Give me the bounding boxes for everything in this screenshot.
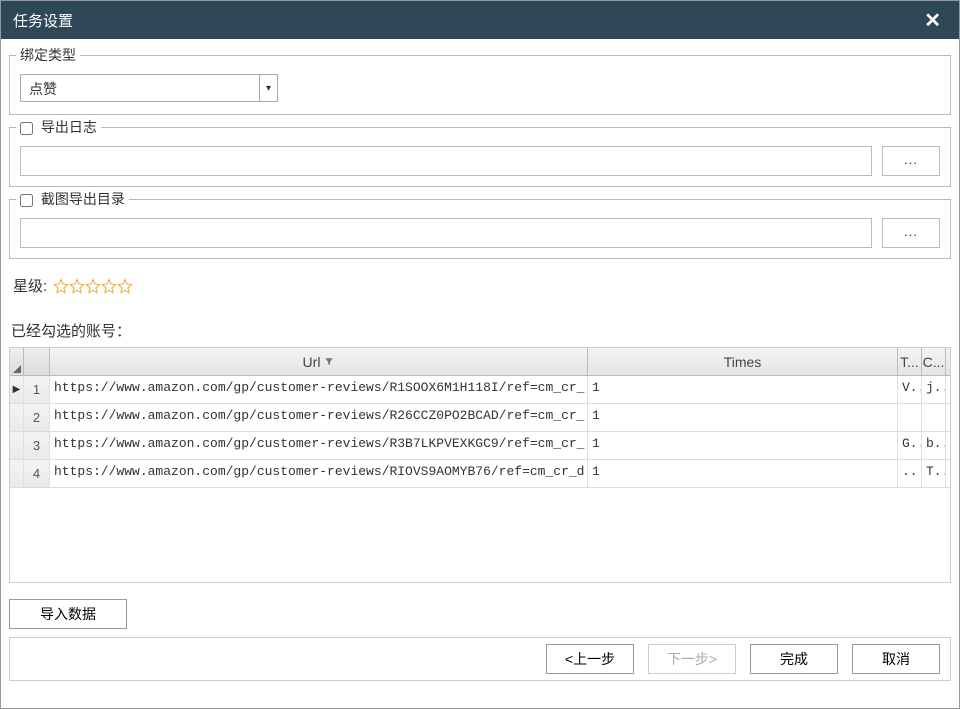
cancel-button[interactable]: 取消 (852, 644, 940, 674)
bind-type-legend: 绑定类型 (16, 45, 80, 65)
cell-c[interactable]: b.. (922, 432, 946, 459)
screenshot-dir-fieldset: 截图导出目录 ... (9, 199, 951, 259)
title-bar: 任务设置 ✕ (1, 1, 959, 39)
table-row[interactable]: 2 https://www.amazon.com/gp/customer-rev… (10, 404, 950, 432)
cell-times[interactable]: 1 (588, 432, 898, 459)
star-icon[interactable] (101, 278, 117, 294)
cell-c[interactable]: j.. (922, 376, 946, 403)
export-log-fieldset: 导出日志 ... (9, 127, 951, 187)
import-data-button[interactable]: 导入数据 (9, 599, 127, 629)
current-row-icon: ▶ (13, 384, 21, 395)
row-number: 2 (24, 404, 50, 431)
row-indicator (10, 404, 24, 431)
screenshot-dir-label: 截图导出目录 (41, 191, 125, 207)
rating-row: 星级: (13, 275, 951, 296)
rating-stars[interactable] (53, 278, 133, 294)
screenshot-dir-legend: 截图导出目录 (16, 189, 129, 209)
window-title: 任务设置 (13, 10, 73, 31)
export-log-checkbox[interactable] (20, 122, 33, 135)
cell-times[interactable]: 1 (588, 404, 898, 431)
grid-body[interactable]: ▶ 1 https://www.amazon.com/gp/customer-r… (10, 376, 950, 582)
cell-t[interactable]: G.. (898, 432, 922, 459)
grid-header: Url Times T... C... (10, 348, 950, 376)
export-log-label: 导出日志 (41, 119, 97, 135)
export-log-legend: 导出日志 (16, 117, 101, 137)
grid-rownum-header (24, 348, 50, 375)
row-indicator (10, 432, 24, 459)
export-log-browse-button[interactable]: ... (882, 146, 940, 176)
cell-url[interactable]: https://www.amazon.com/gp/customer-revie… (50, 376, 588, 403)
cell-c[interactable]: T.. (922, 460, 946, 487)
cell-times[interactable]: 1 (588, 460, 898, 487)
content-area: 绑定类型 点赞 ▾ 导出日志 ... 截图导出目录 ... (1, 39, 959, 708)
chevron-down-icon[interactable]: ▾ (259, 75, 277, 101)
account-grid: Url Times T... C... ▶ 1 https://www.amaz… (9, 347, 951, 583)
screenshot-dir-path-input[interactable] (20, 218, 872, 248)
row-number: 1 (24, 376, 50, 403)
table-row[interactable]: 4 https://www.amazon.com/gp/customer-rev… (10, 460, 950, 488)
cell-t[interactable] (898, 404, 922, 431)
star-icon[interactable] (53, 278, 69, 294)
rating-label: 星级: (13, 275, 47, 296)
row-number: 3 (24, 432, 50, 459)
star-icon[interactable] (69, 278, 85, 294)
star-icon[interactable] (117, 278, 133, 294)
grid-header-url[interactable]: Url (50, 348, 588, 375)
grid-header-t[interactable]: T... (898, 348, 922, 375)
grid-header-times[interactable]: Times (588, 348, 898, 375)
filter-icon (324, 357, 334, 367)
star-icon[interactable] (85, 278, 101, 294)
table-row[interactable]: 3 https://www.amazon.com/gp/customer-rev… (10, 432, 950, 460)
row-indicator: ▶ (10, 376, 24, 403)
row-indicator (10, 460, 24, 487)
bind-type-fieldset: 绑定类型 点赞 ▾ (9, 55, 951, 115)
wizard-footer: <上一步 下一步> 完成 取消 (9, 637, 951, 681)
import-footer: 导入数据 (9, 599, 951, 629)
screenshot-dir-checkbox[interactable] (20, 194, 33, 207)
export-log-path-input[interactable] (20, 146, 872, 176)
table-row[interactable]: ▶ 1 https://www.amazon.com/gp/customer-r… (10, 376, 950, 404)
row-number: 4 (24, 460, 50, 487)
cell-c[interactable] (922, 404, 946, 431)
close-icon[interactable]: ✕ (918, 8, 947, 33)
cell-url[interactable]: https://www.amazon.com/gp/customer-revie… (50, 432, 588, 459)
finish-button[interactable]: 完成 (750, 644, 838, 674)
screenshot-dir-browse-button[interactable]: ... (882, 218, 940, 248)
bind-type-selected: 点赞 (21, 75, 259, 101)
next-button: 下一步> (648, 644, 736, 674)
grid-header-c[interactable]: C... (922, 348, 946, 375)
cell-url[interactable]: https://www.amazon.com/gp/customer-revie… (50, 404, 588, 431)
grid-corner (10, 348, 24, 375)
cell-times[interactable]: 1 (588, 376, 898, 403)
account-section-label: 已经勾选的账号： (11, 320, 951, 341)
cell-t[interactable]: .. (898, 460, 922, 487)
cell-t[interactable]: V.. (898, 376, 922, 403)
cell-url[interactable]: https://www.amazon.com/gp/customer-revie… (50, 460, 588, 487)
prev-button[interactable]: <上一步 (546, 644, 634, 674)
task-settings-window: 任务设置 ✕ 绑定类型 点赞 ▾ 导出日志 ... 截图导出目录 (0, 0, 960, 709)
bind-type-select[interactable]: 点赞 ▾ (20, 74, 278, 102)
